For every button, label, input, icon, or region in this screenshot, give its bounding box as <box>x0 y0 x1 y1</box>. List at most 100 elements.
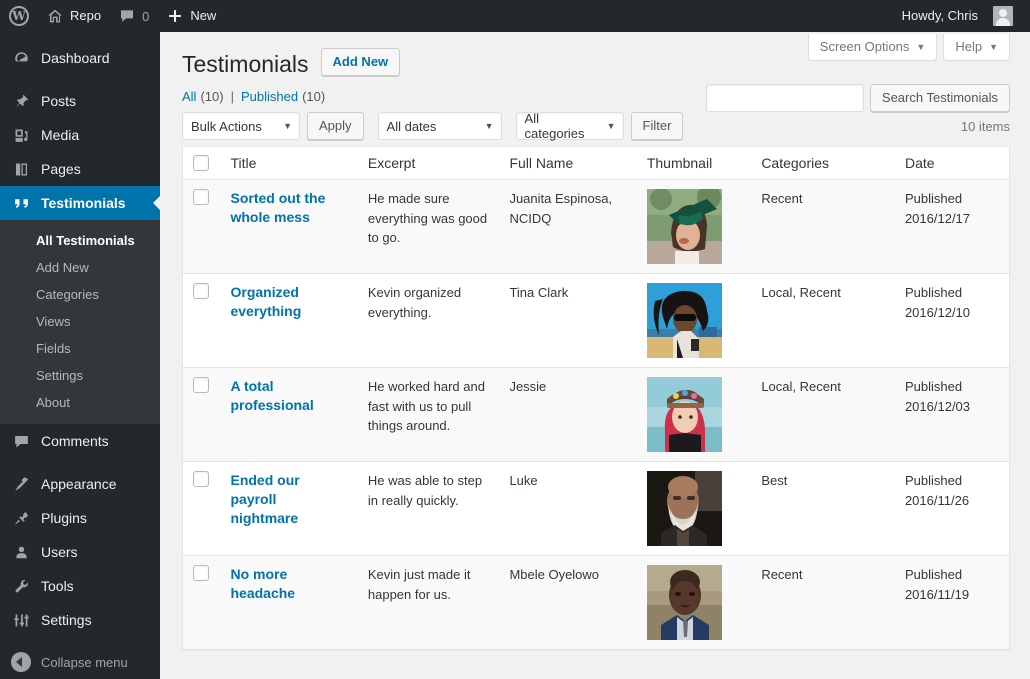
site-name-menu[interactable]: Repo <box>38 0 110 32</box>
sidebar-item-label: Appearance <box>41 467 117 501</box>
sidebar-item-testimonials[interactable]: Testimonials <box>0 186 160 220</box>
admin-bar: Repo 0 New Howdy, Chris <box>0 0 1030 32</box>
column-header-title[interactable]: Title <box>220 147 357 180</box>
paint-brush-icon <box>11 476 31 493</box>
cell-date: Published 2016/12/10 <box>895 274 1010 368</box>
help-button[interactable]: Help ▼ <box>943 34 1010 61</box>
submenu-item-add-new[interactable]: Add New <box>0 254 160 281</box>
cell-title: A total professional <box>220 368 357 462</box>
row-checkbox[interactable] <box>193 189 209 205</box>
screen-options-label: Screen Options <box>820 39 910 54</box>
submenu-item-categories[interactable]: Categories <box>0 281 160 308</box>
sidebar-item-label: Media <box>41 118 79 152</box>
sidebar-item-label: Settings <box>41 603 92 637</box>
bulk-actions-select[interactable]: Bulk Actions ▼ <box>182 112 300 140</box>
sidebar-item-media[interactable]: Media <box>0 118 160 152</box>
cell-excerpt: Kevin just made it happen for us. <box>358 556 500 650</box>
cell-thumbnail <box>637 368 751 462</box>
comment-bubble-icon <box>119 8 135 24</box>
comment-bubble-icon <box>11 433 31 450</box>
sidebar-item-appearance[interactable]: Appearance <box>0 467 160 501</box>
sidebar-item-users[interactable]: Users <box>0 535 160 569</box>
testimonial-title-link[interactable]: Ended our payroll nightmare <box>230 471 347 528</box>
date-filter-select[interactable]: All dates ▼ <box>378 112 502 140</box>
cell-full-name: Mbele Oyelowo <box>499 556 636 650</box>
cell-categories: Recent <box>751 556 895 650</box>
row-checkbox[interactable] <box>193 283 209 299</box>
table-row: Ended our payroll nightmare He was able … <box>183 462 1010 556</box>
submenu-item-all-testimonials[interactable]: All Testimonials <box>0 227 160 254</box>
sidebar-item-posts[interactable]: Posts <box>0 84 160 118</box>
date-status: Published <box>905 565 999 585</box>
category-filter-label: All categories <box>525 111 593 141</box>
row-select-cell <box>183 556 221 650</box>
sidebar-item-label: Comments <box>41 424 109 458</box>
plug-icon <box>11 510 31 527</box>
pages-book-icon <box>11 161 31 178</box>
comments-count: 0 <box>142 9 149 24</box>
wp-logo-menu[interactable] <box>0 0 38 32</box>
sidebar-item-label: Tools <box>41 569 74 603</box>
sidebar-item-label: Posts <box>41 84 76 118</box>
sidebar-item-label: Testimonials <box>41 186 126 220</box>
date-value: 2016/12/10 <box>905 303 999 323</box>
testimonial-title-link[interactable]: No more headache <box>230 565 347 603</box>
man-suit-outdoors-photo <box>647 565 722 640</box>
collapse-menu-button[interactable]: Collapse menu <box>0 645 160 679</box>
category-filter-select[interactable]: All categories ▼ <box>516 112 624 140</box>
bulk-actions-label: Bulk Actions <box>191 119 262 134</box>
date-value: 2016/12/17 <box>905 209 999 229</box>
page-title: Testimonials <box>182 41 309 83</box>
testimonial-title-link[interactable]: Sorted out the whole mess <box>230 189 347 227</box>
sidebar-item-plugins[interactable]: Plugins <box>0 501 160 535</box>
cell-full-name: Luke <box>499 462 636 556</box>
cell-thumbnail <box>637 556 751 650</box>
media-music-icon <box>11 127 31 144</box>
sidebar-item-tools[interactable]: Tools <box>0 569 160 603</box>
my-account-menu[interactable]: Howdy, Chris <box>893 0 1022 32</box>
date-value: 2016/12/03 <box>905 397 999 417</box>
apply-button[interactable]: Apply <box>307 112 364 140</box>
submenu-item-settings[interactable]: Settings <box>0 362 160 389</box>
cell-full-name: Jessie <box>499 368 636 462</box>
sidebar-item-pages[interactable]: Pages <box>0 152 160 186</box>
row-checkbox[interactable] <box>193 471 209 487</box>
column-header-date[interactable]: Date <box>895 147 1010 180</box>
table-row: Sorted out the whole mess He made sure e… <box>183 180 1010 274</box>
new-content-menu[interactable]: New <box>158 0 225 32</box>
table-header: Title Excerpt Full Name Thumbnail Catego… <box>183 147 1010 180</box>
screen-meta-links: Screen Options ▼ Help ▼ <box>808 32 1010 61</box>
quote-marks-icon <box>11 195 31 212</box>
sidebar-item-comments[interactable]: Comments <box>0 424 160 458</box>
submenu-item-views[interactable]: Views <box>0 308 160 335</box>
column-header-categories[interactable]: Categories <box>751 147 895 180</box>
comments-menu[interactable]: 0 <box>110 0 158 32</box>
submenu-item-about[interactable]: About <box>0 389 160 416</box>
view-link-all[interactable]: All <box>182 89 196 104</box>
submenu-item-fields[interactable]: Fields <box>0 335 160 362</box>
list-table-wrapper: Title Excerpt Full Name Thumbnail Catego… <box>160 146 1030 650</box>
row-checkbox[interactable] <box>193 565 209 581</box>
sidebar-item-dashboard[interactable]: Dashboard <box>0 41 160 75</box>
cell-excerpt: He made sure everything was good to go. <box>358 180 500 274</box>
filter-button[interactable]: Filter <box>631 112 684 140</box>
sidebar-item-label: Users <box>41 535 78 569</box>
testimonial-title-link[interactable]: Organized everything <box>230 283 347 321</box>
row-checkbox[interactable] <box>193 377 209 393</box>
chevron-down-icon: ▼ <box>916 42 925 52</box>
column-header-full-name[interactable]: Full Name <box>499 147 636 180</box>
admin-sidebar-menu: Dashboard Posts Media Pages <box>0 32 160 679</box>
select-all-checkbox[interactable] <box>193 155 209 171</box>
user-avatar-icon <box>993 6 1013 26</box>
screen-options-button[interactable]: Screen Options ▼ <box>808 34 938 61</box>
sidebar-item-settings[interactable]: Settings <box>0 603 160 637</box>
view-link-published[interactable]: Published <box>241 89 298 104</box>
table-body: Sorted out the whole mess He made sure e… <box>183 180 1010 650</box>
testimonial-title-link[interactable]: A total professional <box>230 377 347 415</box>
add-new-button[interactable]: Add New <box>321 48 401 76</box>
woman-sunglasses-beach-photo <box>647 283 722 358</box>
date-status: Published <box>905 377 999 397</box>
sidebar-separator <box>0 75 160 84</box>
cell-excerpt: He was able to step in really quickly. <box>358 462 500 556</box>
chevron-down-icon: ▼ <box>607 121 616 131</box>
